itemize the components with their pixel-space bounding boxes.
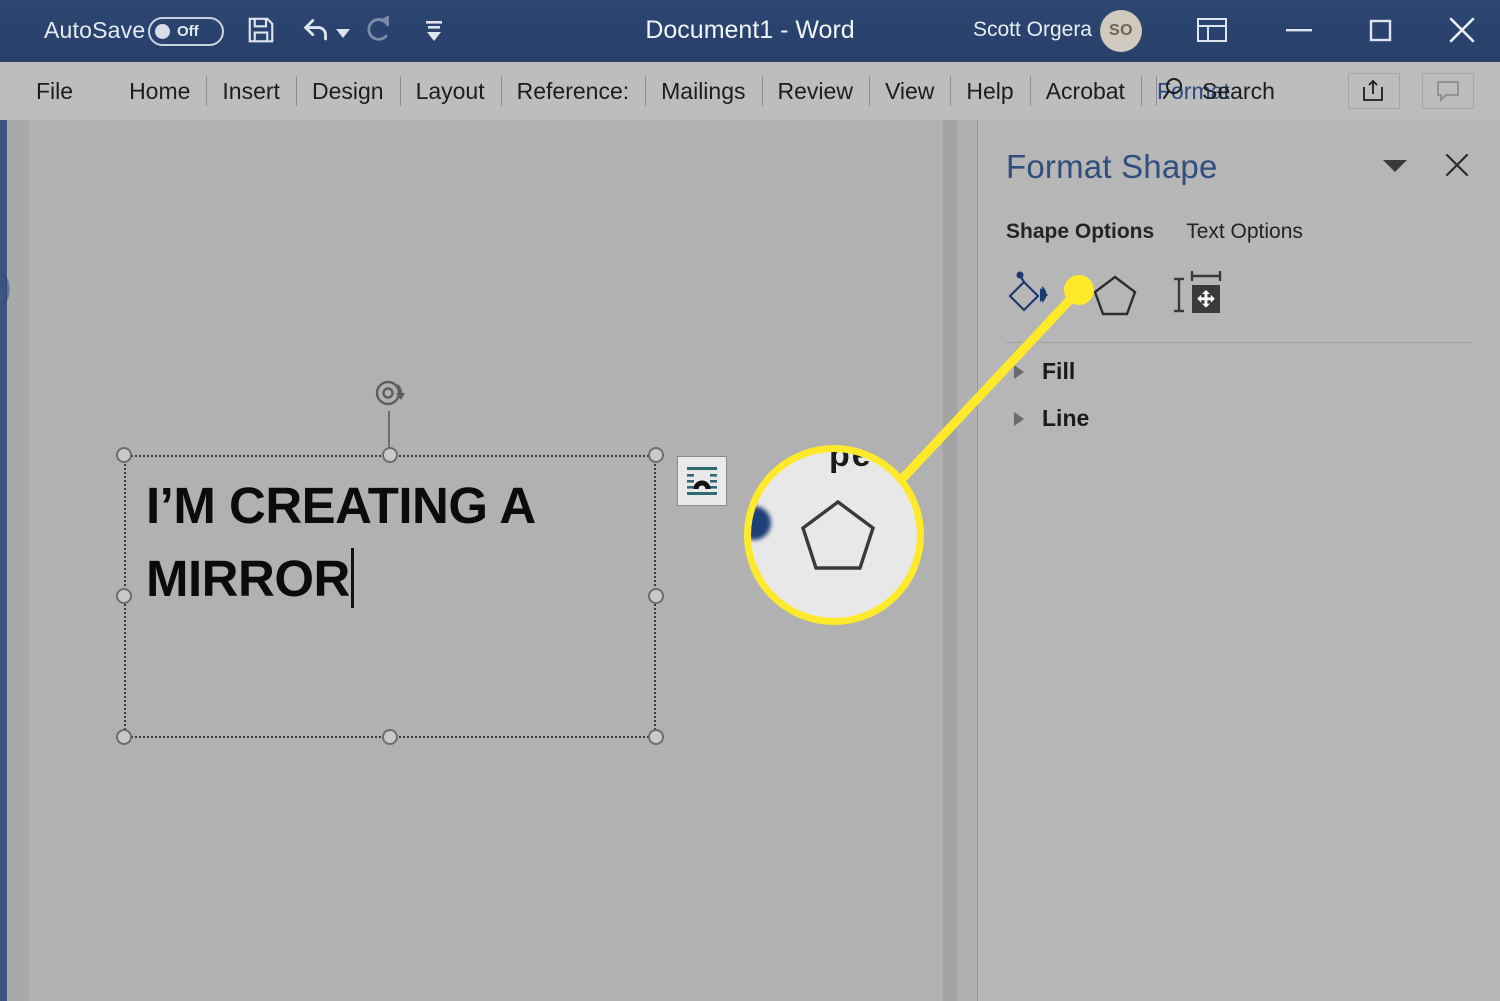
pane-title: Format Shape [1006,148,1218,185]
effects-pentagon-icon[interactable] [1086,268,1144,322]
resize-handle-bottom-center[interactable] [382,729,398,745]
resize-handle-bottom-right[interactable] [648,729,664,745]
title-bar: AutoSave Off Document1 - Word Scott Orge… [0,0,1500,62]
pane-category-icons [1002,268,1228,322]
tab-layout[interactable]: Layout [399,62,501,120]
pane-divider [1006,342,1472,343]
format-shape-pane: Format Shape Shape Options Text Options [978,120,1500,1001]
close-icon[interactable] [1444,12,1480,53]
window-left-edge [0,120,7,1001]
left-gutter [7,120,29,1001]
avatar[interactable]: SO [1100,10,1142,52]
search-icon [1162,75,1190,108]
left-edge-partial-glyph: ) [0,262,11,309]
callout-target-dot [1064,275,1094,305]
text-caret [350,548,354,608]
section-fill[interactable]: Fill [1014,358,1075,385]
resize-handle-bottom-left[interactable] [116,729,132,745]
tab-home[interactable]: Home [113,62,206,120]
pane-splitter[interactable] [957,120,978,1001]
pane-close-icon[interactable] [1442,150,1472,185]
tab-insert[interactable]: Insert [206,62,296,120]
ribbon-tabs: File Home Insert Design Layout Reference… [22,62,1246,120]
tab-text-options[interactable]: Text Options [1186,220,1303,244]
section-line[interactable]: Line [1014,405,1089,432]
tab-view[interactable]: View [868,62,950,120]
ribbon-tab-bar: File Home Insert Design Layout Reference… [0,62,1500,121]
resize-handle-middle-left[interactable] [116,588,132,604]
pane-chevron-down-icon[interactable] [1382,158,1408,179]
tab-review[interactable]: Review [761,62,869,120]
magnifier-partial-blue-icon [751,506,771,540]
chevron-right-icon [1014,411,1024,426]
callout-magnifier: pe [744,445,924,625]
rotate-icon[interactable] [368,372,410,414]
tab-shape-options[interactable]: Shape Options [1006,220,1154,244]
search-box[interactable]: Search [1156,62,1275,120]
ribbon-display-options-icon[interactable] [1196,16,1228,49]
size-and-properties-icon[interactable] [1170,268,1228,322]
layout-options-icon[interactable] [677,456,727,506]
text-box-content: I’M CREATING A MIRROR [146,477,534,608]
fill-and-line-icon[interactable] [1002,268,1060,322]
resize-handle-top-left[interactable] [116,447,132,463]
document-scrollbar[interactable] [943,120,957,1001]
search-label: Search [1202,77,1275,104]
tab-file[interactable]: File [22,62,113,120]
pane-tabs: Shape Options Text Options [1006,220,1303,244]
user-name[interactable]: Scott Orgera [973,18,1092,42]
chevron-right-icon [1014,364,1024,379]
tab-mailings[interactable]: Mailings [645,62,761,120]
resize-handle-top-center[interactable] [382,447,398,463]
section-line-label: Line [1042,405,1090,431]
document-title: Document1 - Word [645,16,855,44]
selected-text-box[interactable]: I’M CREATING A MIRROR [124,455,656,738]
minimize-icon[interactable] [1284,16,1314,49]
word-window: AutoSave Off Document1 - Word Scott Orge… [0,0,1500,1001]
comment-icon[interactable] [1422,73,1474,109]
tab-help[interactable]: Help [950,62,1029,120]
magnified-effects-pentagon-icon [795,494,881,581]
resize-handle-top-right[interactable] [648,447,664,463]
tab-acrobat[interactable]: Acrobat [1029,62,1141,120]
share-icon[interactable] [1348,73,1400,109]
tab-references[interactable]: Reference: [500,62,646,120]
resize-handle-middle-right[interactable] [648,588,664,604]
tab-design[interactable]: Design [295,62,400,120]
section-fill-label: Fill [1042,358,1076,384]
maximize-icon[interactable] [1366,16,1396,49]
